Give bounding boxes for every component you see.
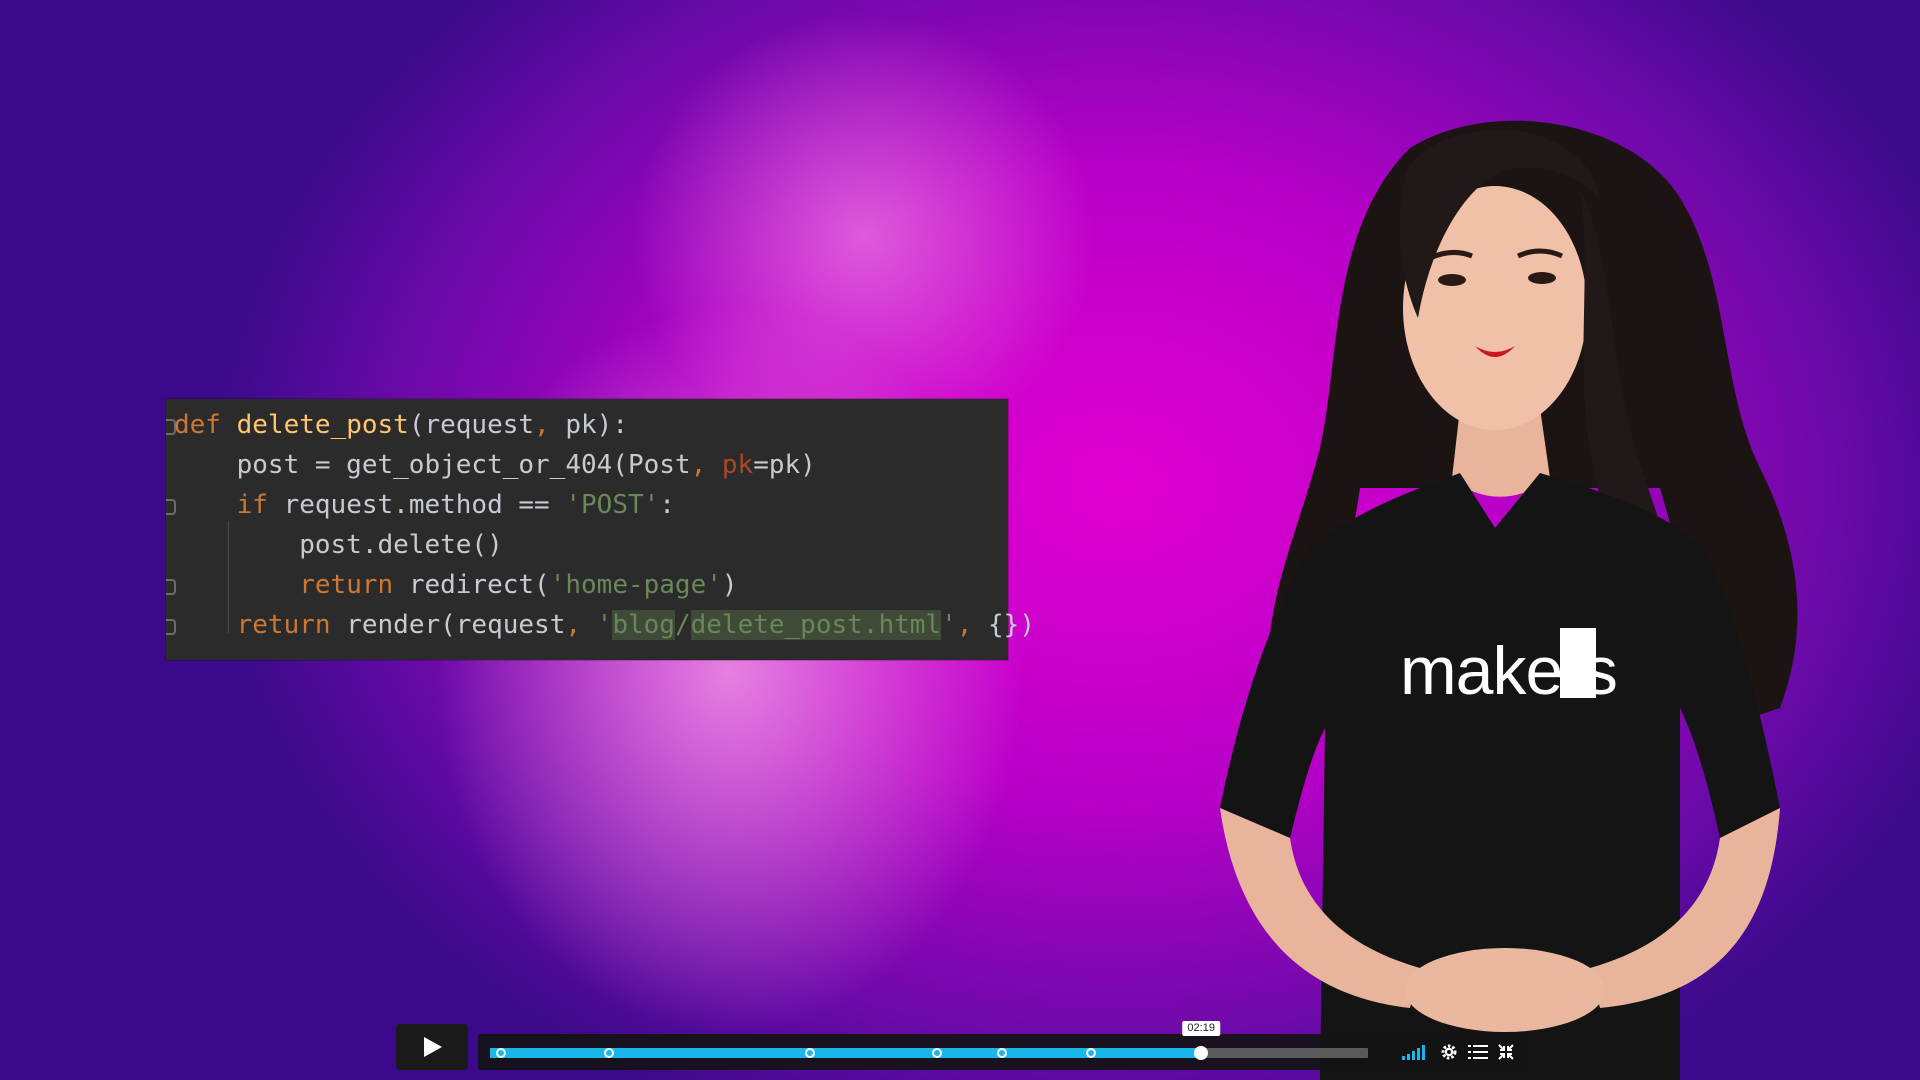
code-token: /: [674, 610, 691, 640]
chapter-marker[interactable]: [603, 1048, 614, 1058]
chapter-marker[interactable]: [1085, 1048, 1096, 1058]
play-icon: [424, 1037, 442, 1057]
volume-icon[interactable]: [1402, 1044, 1430, 1060]
volume-level-bar: [1422, 1045, 1425, 1060]
volume-level-bar: [1412, 1051, 1415, 1060]
player-control-bar: 02:19: [478, 1021, 1522, 1070]
code-line-text: return redirect('home-page'): [174, 565, 738, 605]
code-token: render(request: [346, 610, 566, 640]
code-line: if request.method == 'POST':: [166, 485, 1008, 525]
volume-level-bar: [1417, 1048, 1420, 1060]
code-token: ,: [565, 610, 597, 640]
code-token: post.delete(): [174, 530, 503, 560]
code-token: delete_post: [236, 410, 409, 440]
code-line: post.delete(): [166, 525, 1008, 565]
code-token: ,: [690, 450, 722, 480]
code-line-text: def delete_post(request, pk):: [174, 405, 628, 445]
code-token: ): [721, 570, 738, 600]
code-token: ,: [956, 610, 989, 640]
code-line: def delete_post(request, pk):: [166, 405, 1008, 445]
code-token: return: [299, 570, 409, 600]
code-token: redirect(: [408, 570, 550, 600]
chapter-marker[interactable]: [804, 1048, 815, 1058]
gear-icon[interactable]: [1440, 1043, 1458, 1061]
code-line-text: post = get_object_or_404(Post, pk=pk): [174, 445, 816, 485]
code-token: pk):: [565, 410, 628, 440]
code-token: (request: [408, 410, 535, 440]
code-token: if: [236, 490, 284, 520]
code-token: request.method ==: [283, 490, 566, 520]
code-token: ,: [534, 410, 566, 440]
collapse-icon[interactable]: [1498, 1043, 1514, 1061]
code-token: ': [596, 610, 613, 640]
code-line-text: if request.method == 'POST':: [174, 485, 675, 525]
code-line-text: return render(request, 'blog/delete_post…: [174, 605, 1035, 645]
code-token: post = get_object_or_404(Post: [174, 450, 691, 480]
code-line: return render(request, 'blog/delete_post…: [166, 605, 1035, 645]
code-token: {}): [988, 610, 1035, 640]
code-token: pk: [721, 450, 754, 480]
volume-level-bar: [1402, 1056, 1405, 1060]
list-icon[interactable]: [1468, 1043, 1488, 1061]
code-token: return: [236, 610, 347, 640]
progress-bar[interactable]: 02:19: [490, 1021, 1368, 1060]
chapter-marker[interactable]: [495, 1048, 506, 1058]
play-button[interactable]: [396, 1024, 468, 1070]
video-frame[interactable]: def delete_post(request, pk): post = get…: [0, 0, 1920, 1080]
code-token: 'POST': [565, 490, 660, 520]
code-line-text: post.delete(): [174, 525, 503, 565]
time-tooltip: 02:19: [1182, 1021, 1220, 1036]
code-token: blog: [612, 610, 675, 640]
shirt-logo: makers: [1400, 633, 1617, 709]
progress-handle[interactable]: [1194, 1046, 1209, 1060]
presenter: makers: [1220, 120, 1798, 1080]
code-token: 'home-page': [549, 570, 722, 600]
code-line: return redirect('home-page'): [166, 565, 1008, 605]
code-token: ': [941, 610, 957, 640]
code-token: delete_post.html: [690, 610, 942, 640]
code-line: post = get_object_or_404(Post, pk=pk): [166, 445, 1008, 485]
chapter-marker[interactable]: [931, 1048, 942, 1058]
volume-level-bar: [1407, 1054, 1410, 1060]
code-token: :: [659, 490, 675, 520]
code-token: =pk): [753, 450, 816, 480]
code-token: def: [174, 410, 237, 440]
code-snippet-overlay: def delete_post(request, pk): post = get…: [166, 399, 1035, 660]
chapter-marker[interactable]: [996, 1048, 1007, 1058]
